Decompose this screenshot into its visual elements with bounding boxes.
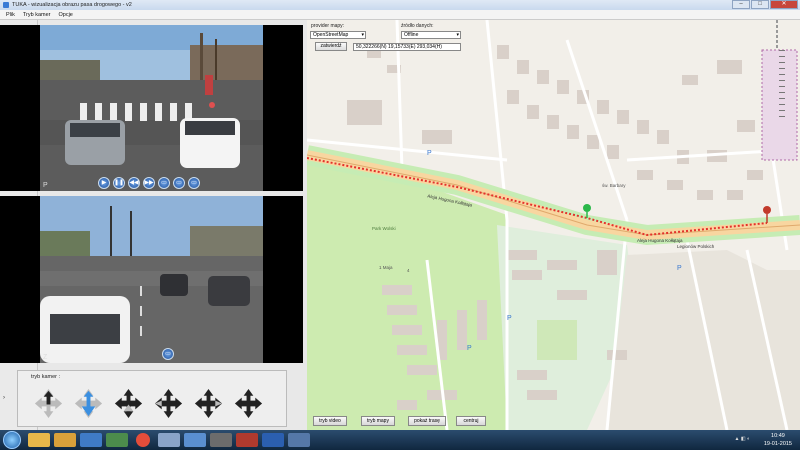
word-icon[interactable] (262, 433, 284, 447)
maximize-button[interactable]: □ (751, 0, 769, 9)
video-panel-rear: Z ▭ (0, 196, 303, 363)
frame-icon-rear[interactable]: ▭ (162, 348, 174, 360)
app-icon[interactable] (288, 433, 310, 447)
center-button[interactable]: centruj (456, 416, 486, 426)
rewind-icon[interactable]: ◀◀ (128, 177, 140, 189)
app-icon[interactable] (158, 433, 180, 447)
show-route-button[interactable]: pokaż trasę (408, 416, 446, 426)
clock[interactable]: 10:49 19-01-2015 (764, 432, 792, 448)
start-button[interactable] (3, 431, 21, 449)
minimize-button[interactable]: – (732, 0, 750, 9)
video-rear-label: Z (43, 354, 48, 361)
menu-opcje[interactable]: Opcje (58, 12, 72, 18)
frame-icon[interactable]: ▭ (158, 177, 170, 189)
camera-mode-1-icon[interactable] (32, 387, 65, 420)
parking-icon: P (507, 315, 512, 322)
forward-icon[interactable]: ▶▶ (143, 177, 155, 189)
app-icon[interactable] (210, 433, 232, 447)
media-icon[interactable] (54, 433, 76, 447)
film-icon[interactable] (80, 433, 102, 447)
camera-mode-label: tryb kamer : (31, 374, 61, 380)
camera-mode-3-icon[interactable] (112, 387, 145, 420)
video-frame-rear: Z (40, 196, 263, 363)
park-label: Park Wolski (372, 226, 396, 231)
apply-button[interactable]: zatwierdź (315, 42, 347, 51)
clock-date: 19-01-2015 (763, 441, 792, 447)
video-front-label: P (43, 182, 48, 189)
source-label: źródło danych: (401, 23, 434, 29)
tray-icons[interactable]: ▲ ◧ ◐ (735, 436, 750, 442)
video-frame-front: P (40, 25, 263, 191)
osiedle-label: 1 Maja (379, 265, 393, 270)
map-canvas[interactable]: P P P P (307, 20, 800, 430)
parking-icon: P (467, 345, 472, 352)
provider-select[interactable]: OpenStreetMap ▾ (310, 31, 366, 39)
pause-icon[interactable]: ❚❚ (113, 177, 125, 189)
video-mode-button[interactable]: tryb video (313, 416, 347, 426)
menu-tryb-kamer[interactable]: Tryb kamer (23, 12, 51, 18)
taskbar: ▲ ◧ ◐ 10:49 19-01-2015 (0, 430, 800, 450)
camera-mode-2-icon[interactable] (72, 387, 105, 420)
provider-label: provider mapy: (311, 23, 345, 29)
camera-mode-4-icon[interactable] (152, 387, 185, 420)
house-number: 4 (407, 268, 410, 273)
street-main-label-2: Aleja Hugona Kołłątaja (637, 238, 683, 243)
camera-mode-panel: tryb kamer : (17, 370, 287, 427)
folder-icon[interactable] (28, 433, 50, 447)
chevron-down-icon: ▾ (361, 32, 364, 38)
map-mode-button[interactable]: tryb mapy (361, 416, 395, 426)
zoom-slider-icon[interactable] (777, 50, 787, 130)
title-bar: TUKA - wizualizacja obrazu pasa drogoweg… (0, 0, 800, 10)
parking-icon: P (677, 265, 682, 272)
window-controls: – □ ✕ (732, 0, 798, 9)
settings-icon[interactable]: ▭ (188, 177, 200, 189)
menu-bar: Plik Tryb kamer Opcje (0, 10, 800, 20)
video-panel-front: P ▶ ❚❚ ◀◀ ▶▶ ▭ ▭ ▭ (0, 25, 303, 191)
app-icon[interactable] (106, 433, 128, 447)
camera-mode-icons (32, 387, 265, 420)
camera-mode-5-icon[interactable] (192, 387, 225, 420)
snapshot-icon[interactable]: ▭ (173, 177, 185, 189)
map-panel[interactable]: P P P P Aleja Hugona Kołłątaja Aleja Hug… (307, 20, 800, 430)
expand-arrow-icon[interactable]: › (3, 395, 5, 401)
app-icon[interactable] (236, 433, 258, 447)
menu-plik[interactable]: Plik (6, 12, 15, 18)
st-barbary-label: św. Barbary (602, 183, 626, 188)
app-icon (3, 2, 9, 8)
source-select[interactable]: Offline ▾ (401, 31, 461, 39)
play-icon[interactable]: ▶ (98, 177, 110, 189)
close-button[interactable]: ✕ (770, 0, 798, 9)
parking-icon: P (427, 150, 432, 157)
window-title: TUKA - wizualizacja obrazu pasa drogoweg… (12, 2, 132, 8)
video-controls: ▶ ❚❚ ◀◀ ▶▶ ▭ ▭ ▭ (98, 177, 200, 189)
app-icon[interactable] (184, 433, 206, 447)
clock-time: 10:49 (771, 433, 785, 439)
camera-mode-6-icon[interactable] (232, 387, 265, 420)
coordinates-field[interactable]: 50,322266(N) 19,15733(E) 293,034(H) (353, 43, 461, 51)
chrome-icon[interactable] (136, 433, 150, 447)
street-legionow-label: Legionów Polskich (677, 244, 715, 249)
chevron-down-icon: ▾ (456, 32, 459, 38)
